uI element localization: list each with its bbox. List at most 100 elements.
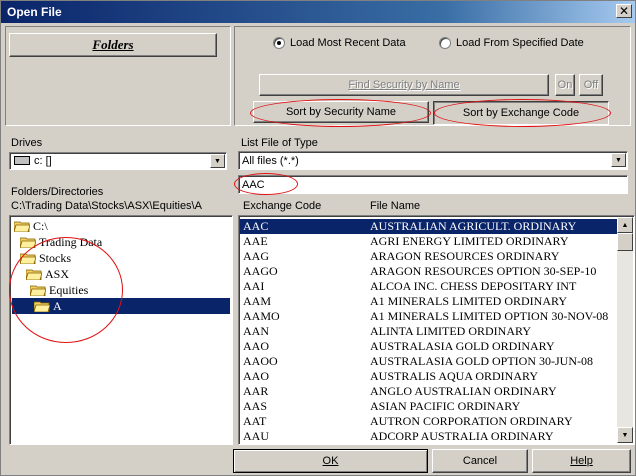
file-name-cell: ALINTA LIMITED ORDINARY: [370, 324, 532, 338]
current-path: C:\Trading Data\Stocks\ASX\Equities\A: [11, 200, 202, 212]
exchange-code-cell: AAMO: [243, 309, 280, 323]
open-folder-icon: [26, 269, 42, 280]
cancel-button[interactable]: Cancel: [432, 449, 528, 473]
drive-icon: [14, 156, 30, 165]
folders-directories-label: Folders/Directories: [11, 186, 104, 198]
file-name-cell: AUSTRALIAN AGRICULT. ORDINARY: [370, 219, 577, 233]
exchange-code-cell: AAC: [243, 219, 269, 233]
tree-item-label: A: [53, 298, 62, 313]
folder-tree[interactable]: C:\ Trading Data Stocks ASX Equities A: [9, 215, 233, 445]
column-header-exchange-code[interactable]: Exchange Code: [243, 200, 321, 212]
exchange-code-cell: AAI: [243, 279, 265, 293]
tree-item-label: Equities: [49, 282, 89, 297]
sort-by-code-button[interactable]: Sort by Exchange Code: [433, 101, 609, 125]
open-folder-icon: [20, 237, 36, 248]
file-name-cell: AUSTRALASIA GOLD ORDINARY: [370, 339, 555, 353]
scroll-up-icon[interactable]: ▲: [617, 217, 633, 233]
list-item[interactable]: AAO AUSTRALIS AQUA ORDINARY: [240, 369, 618, 384]
drives-value: c: []: [34, 155, 52, 167]
drives-label: Drives: [11, 137, 43, 149]
list-item[interactable]: AAE AGRI ENERGY LIMITED ORDINARY: [240, 234, 618, 249]
radio-load-date[interactable]: Load From Specified Date: [439, 35, 584, 51]
list-item[interactable]: AAU ADCORP AUSTRALIA ORDINARY: [240, 429, 618, 444]
file-name-cell: ADCORP AUSTRALIA ORDINARY: [370, 429, 554, 443]
tree-item-a[interactable]: A: [12, 298, 230, 314]
list-item[interactable]: AAI ALCOA INC. CHESS DEPOSITARY INT: [240, 279, 618, 294]
exchange-code-cell: AAO: [243, 369, 269, 383]
exchange-code-cell: AAG: [243, 249, 269, 263]
file-type-combo[interactable]: All files (*.*) ▼: [238, 151, 628, 170]
tree-item-label: Trading Data: [39, 234, 103, 249]
file-name-cell: ALCOA INC. CHESS DEPOSITARY INT: [370, 279, 577, 293]
file-name-cell: A1 MINERALS LIMITED ORDINARY: [370, 294, 567, 308]
vertical-scrollbar[interactable]: ▲ ▼: [617, 217, 633, 443]
list-item[interactable]: AAM A1 MINERALS LIMITED ORDINARY: [240, 294, 618, 309]
on-button[interactable]: On: [555, 74, 575, 96]
ok-button-label: OK: [322, 455, 339, 467]
list-item[interactable]: AAMO A1 MINERALS LIMITED OPTION 30-NOV-08: [240, 309, 618, 324]
file-name-cell: ARAGON RESOURCES OPTION 30-SEP-10: [370, 264, 597, 278]
tree-item-label: C:\: [33, 218, 48, 233]
open-folder-icon: [30, 285, 46, 296]
file-type-label: List File of Type: [241, 137, 318, 149]
exchange-code-cell: AAS: [243, 399, 268, 413]
list-item[interactable]: AAT AUTRON CORPORATION ORDINARY: [240, 414, 618, 429]
radio-load-date-label: Load From Specified Date: [456, 37, 584, 49]
help-button[interactable]: Help: [532, 449, 631, 473]
help-button-label: Help: [570, 455, 593, 467]
column-header-file-name[interactable]: File Name: [370, 200, 420, 212]
drives-combo[interactable]: c: [] ▼: [9, 152, 227, 170]
tree-item-label: Stocks: [39, 250, 72, 265]
open-folder-icon: [14, 221, 30, 232]
open-folder-icon: [20, 253, 36, 264]
sort-by-name-button[interactable]: Sort by Security Name: [253, 101, 429, 123]
list-item[interactable]: AAS ASIAN PACIFIC ORDINARY: [240, 399, 618, 414]
tree-item-label: ASX: [45, 266, 70, 281]
window-title: Open File: [7, 5, 62, 19]
file-name-cell: ARAGON RESOURCES ORDINARY: [370, 249, 560, 263]
file-name-cell: AUTRON CORPORATION ORDINARY: [370, 414, 573, 428]
list-item[interactable]: AAGO ARAGON RESOURCES OPTION 30-SEP-10: [240, 264, 618, 279]
exchange-code-cell: AAE: [243, 234, 268, 248]
radio-load-recent[interactable]: Load Most Recent Data: [273, 35, 406, 51]
search-input[interactable]: AAC: [238, 175, 628, 194]
search-value: AAC: [242, 179, 265, 191]
exchange-code-cell: AAU: [243, 429, 269, 443]
exchange-code-cell: AAT: [243, 414, 267, 428]
ok-button[interactable]: OK: [233, 449, 428, 473]
tree-item-stocks[interactable]: Stocks: [20, 250, 71, 266]
scroll-down-icon[interactable]: ▼: [617, 427, 633, 443]
file-name-cell: AGRI ENERGY LIMITED ORDINARY: [370, 234, 569, 248]
radio-load-date-indicator[interactable]: [439, 37, 451, 49]
file-name-cell: ASIAN PACIFIC ORDINARY: [370, 399, 521, 413]
radio-load-recent-label: Load Most Recent Data: [290, 37, 406, 49]
folders-button[interactable]: Folders: [9, 33, 217, 57]
tree-item-c-drive[interactable]: C:\: [14, 218, 48, 234]
list-item[interactable]: AAC AUSTRALIAN AGRICULT. ORDINARY: [240, 219, 618, 234]
list-item[interactable]: AAO AUSTRALASIA GOLD ORDINARY: [240, 339, 618, 354]
close-icon[interactable]: ✕: [616, 4, 632, 18]
list-item[interactable]: AAG ARAGON RESOURCES ORDINARY: [240, 249, 618, 264]
exchange-code-cell: AAM: [243, 294, 272, 308]
exchange-code-cell: AAR: [243, 384, 269, 398]
file-type-value: All files (*.*): [242, 155, 299, 167]
list-item[interactable]: AAOO AUSTRALASIA GOLD OPTION 30-JUN-08: [240, 354, 618, 369]
file-name-cell: AUSTRALIS AQUA ORDINARY: [370, 369, 539, 383]
file-name-cell: AUSTRALASIA GOLD OPTION 30-JUN-08: [370, 354, 593, 368]
tree-item-equities[interactable]: Equities: [30, 282, 88, 298]
chevron-down-icon[interactable]: ▼: [611, 153, 626, 167]
security-list[interactable]: AAC AUSTRALIAN AGRICULT. ORDINARY AAE AGRI …: [238, 215, 635, 445]
exchange-code-cell: AAOO: [243, 354, 278, 368]
tree-item-asx[interactable]: ASX: [26, 266, 69, 282]
list-item[interactable]: AAR ANGLO AUSTRALIAN ORDINARY: [240, 384, 618, 399]
chevron-down-icon[interactable]: ▼: [210, 154, 225, 168]
find-security-button[interactable]: Find Security by Name: [259, 74, 549, 96]
radio-load-recent-indicator[interactable]: [273, 37, 285, 49]
open-file-dialog: Open File ✕ Folders Load Most Recent Dat…: [0, 0, 636, 476]
tree-item-trading-data[interactable]: Trading Data: [20, 234, 102, 250]
exchange-code-cell: AAGO: [243, 264, 278, 278]
scroll-thumb[interactable]: [617, 233, 633, 251]
off-button[interactable]: Off: [579, 74, 603, 96]
list-item[interactable]: AAN ALINTA LIMITED ORDINARY: [240, 324, 618, 339]
exchange-code-cell: AAN: [243, 324, 269, 338]
